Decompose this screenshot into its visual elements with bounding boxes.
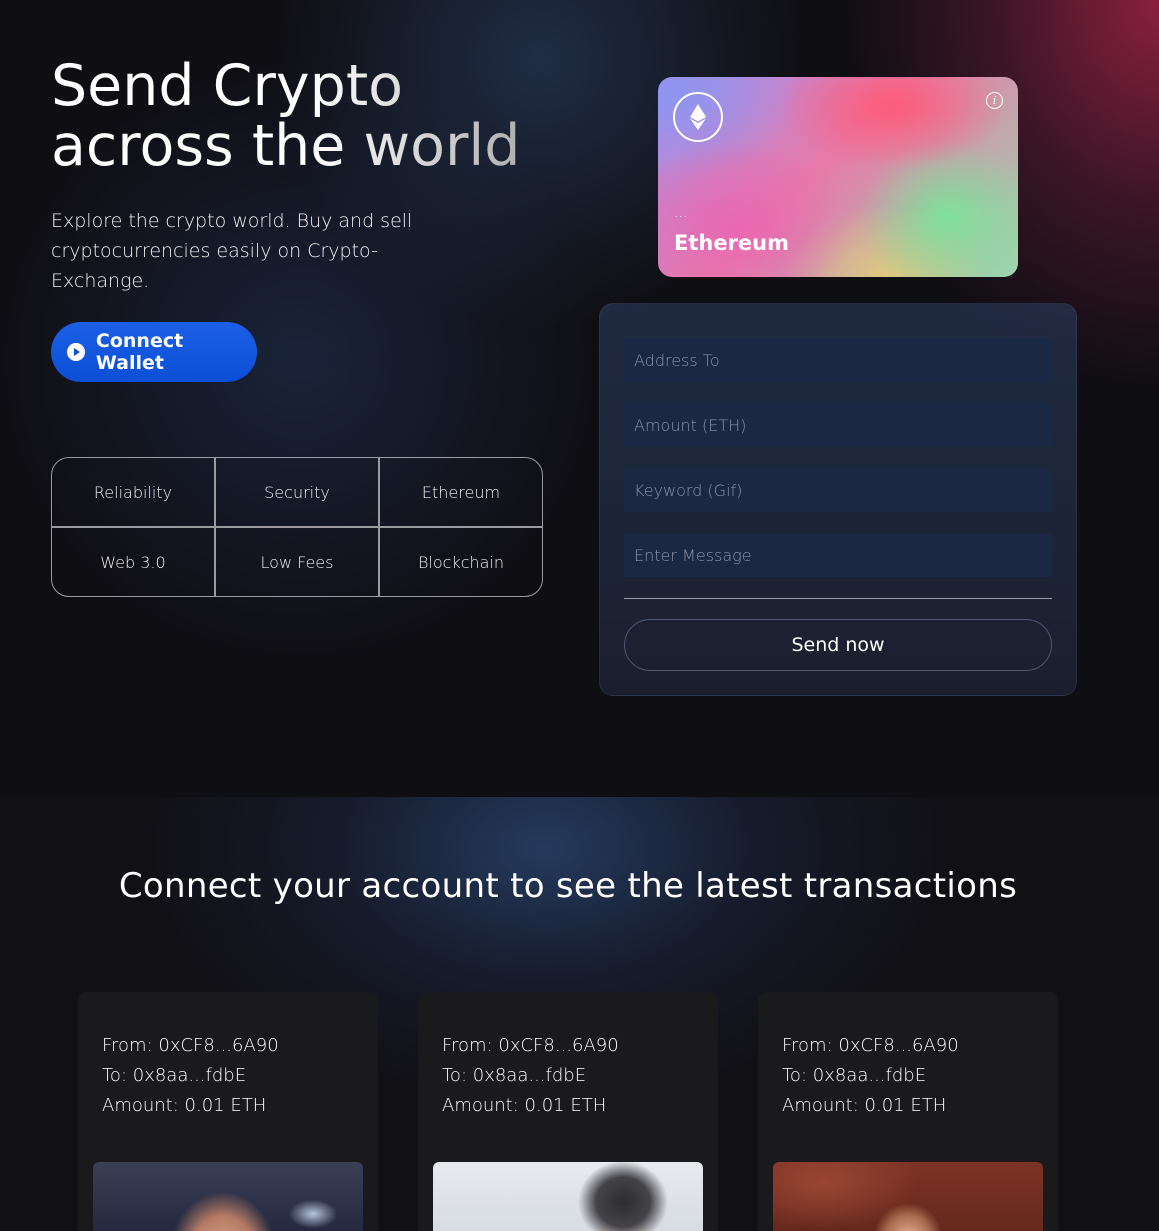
- hero-title-line-1: Send Crypto: [51, 53, 404, 119]
- transaction-gif: [773, 1162, 1043, 1231]
- feature-security: Security: [215, 457, 379, 527]
- transaction-amount: Amount: 0.01 ETH: [102, 1095, 267, 1116]
- feature-low-fees: Low Fees: [215, 527, 379, 597]
- transaction-gif: [93, 1162, 363, 1231]
- message-input[interactable]: [624, 533, 1052, 577]
- hero-title-line-2: across the world: [51, 113, 521, 179]
- ethereum-card: i ... Ethereum: [658, 77, 1018, 277]
- amount-input[interactable]: [624, 403, 1052, 447]
- card-name: Ethereum: [674, 231, 790, 255]
- transaction-gif: [433, 1162, 703, 1231]
- connect-wallet-label: Connect Wallet: [95, 330, 184, 374]
- transaction-from: From: 0xCF8...6A90: [782, 1035, 959, 1056]
- transaction-card: From: 0xCF8...6A90 To: 0x8aa...fdbE Amou…: [78, 992, 378, 1231]
- transaction-card: From: 0xCF8...6A90 To: 0x8aa...fdbE Amou…: [418, 992, 718, 1231]
- transaction-to: To: 0x8aa...fdbE: [442, 1065, 587, 1086]
- transaction-to: To: 0x8aa...fdbE: [782, 1065, 927, 1086]
- transaction-from: From: 0xCF8...6A90: [442, 1035, 619, 1056]
- transaction-amount: Amount: 0.01 ETH: [442, 1095, 607, 1116]
- feature-reliability: Reliability: [51, 457, 215, 527]
- card-address: ...: [674, 205, 688, 221]
- address-to-input[interactable]: [624, 338, 1052, 382]
- hero-title: Send Crypto across the world: [51, 56, 571, 176]
- transaction-from: From: 0xCF8...6A90: [102, 1035, 279, 1056]
- form-divider: [624, 598, 1052, 599]
- feature-ethereum: Ethereum: [379, 457, 543, 527]
- ethereum-icon: [673, 92, 723, 142]
- feature-web3: Web 3.0: [51, 527, 215, 597]
- features-grid: Reliability Security Ethereum Web 3.0 Lo…: [51, 457, 543, 597]
- send-now-button[interactable]: Send now: [624, 619, 1052, 671]
- keyword-input[interactable]: [624, 468, 1052, 512]
- feature-blockchain: Blockchain: [379, 527, 543, 597]
- hero-subtitle: Explore the crypto world. Buy and sell c…: [51, 210, 413, 292]
- transaction-amount: Amount: 0.01 ETH: [782, 1095, 947, 1116]
- transactions-heading: Connect your account to see the latest t…: [118, 866, 1018, 906]
- connect-wallet-button[interactable]: Connect Wallet: [51, 322, 257, 382]
- play-circle-icon: [67, 343, 85, 361]
- transaction-to: To: 0x8aa...fdbE: [102, 1065, 247, 1086]
- page: Send Crypto across the world Explore the…: [0, 0, 1159, 1231]
- info-icon[interactable]: i: [986, 92, 1003, 109]
- transaction-card: From: 0xCF8...6A90 To: 0x8aa...fdbE Amou…: [758, 992, 1058, 1231]
